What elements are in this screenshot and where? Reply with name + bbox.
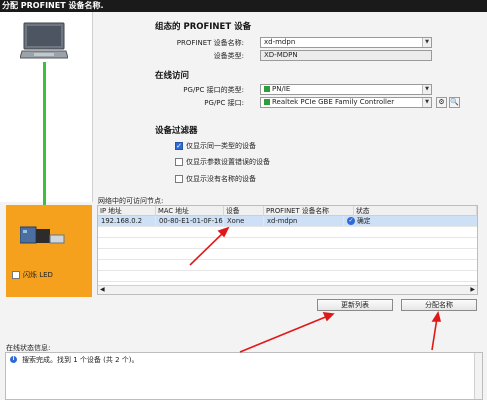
device-type-label: 设备类型: [213, 52, 244, 60]
table-header: IP 地址 MAC 地址 设备 PROFINET 设备名称 状态 [98, 206, 477, 216]
interface-select[interactable]: Realtek PCIe GBE Family Controller ▼ [260, 97, 432, 108]
device-name-label: PROFINET 设备名称: [176, 39, 244, 47]
table-row [98, 238, 477, 249]
cell-profinet-name: xd-mdpn [264, 216, 344, 227]
table-row [98, 271, 477, 282]
col-ip[interactable]: IP 地址 [98, 206, 156, 216]
interface-type-label: PG/PC 接口的类型: [183, 86, 244, 94]
interface-type-select[interactable]: PN/IE ▼ [260, 84, 432, 95]
flash-led-checkbox[interactable] [12, 271, 20, 279]
arrow-to-assign-button [431, 310, 442, 351]
filter-no-name-label: 仅显示没有名称的设备 [186, 175, 256, 183]
device-filter-title: 设备过滤器 [155, 126, 198, 136]
table-row [98, 249, 477, 260]
scroll-right-icon[interactable]: ▶ [470, 286, 475, 293]
chevron-down-icon[interactable]: ▼ [422, 85, 431, 94]
check-circle-icon: ✓ [347, 217, 355, 225]
col-mac[interactable]: MAC 地址 [156, 206, 224, 216]
status-text: 确定 [357, 217, 371, 225]
device-name-value: xd-mdpn [264, 38, 296, 46]
cell-device: Xone [224, 216, 264, 227]
cell-status: ✓ 确定 [344, 216, 477, 227]
filter-same-type-label: 仅显示同一类型的设备 [186, 142, 256, 150]
status-box: i 搜索完成。找到 1 个设备 (共 2 个)。 [5, 352, 483, 400]
filter-bad-params-checkbox[interactable] [175, 158, 183, 166]
interface-label: PG/PC 接口: [204, 99, 244, 107]
chevron-down-icon[interactable]: ▼ [422, 38, 431, 47]
filter-bad-params-label: 仅显示参数设置错误的设备 [186, 158, 270, 166]
col-device[interactable]: 设备 [224, 206, 264, 216]
network-icon [264, 86, 270, 92]
assign-name-button[interactable]: 分配名称 [401, 299, 477, 311]
vertical-scrollbar[interactable] [474, 353, 482, 399]
table-row[interactable]: 192.168.0.2 00-80-E1-01-0F-16 Xone xd-md… [98, 216, 477, 227]
filter-no-name-checkbox[interactable] [175, 175, 183, 183]
cell-mac: 00-80-E1-01-0F-16 [156, 216, 224, 227]
refresh-list-button[interactable]: 更新列表 [317, 299, 393, 311]
chevron-down-icon[interactable]: ▼ [422, 98, 431, 107]
info-icon: i [10, 356, 17, 363]
arrow-to-refresh-button [239, 312, 335, 353]
table-row [98, 227, 477, 238]
status-message: 搜索完成。找到 1 个设备 (共 2 个)。 [22, 356, 139, 364]
device-type-field: XD-MDPN [260, 50, 432, 61]
cell-ip: 192.168.0.2 [98, 216, 156, 227]
diagnostics-icon[interactable]: 🔍 [449, 97, 460, 108]
online-access-title: 在线访问 [155, 71, 190, 81]
device-name-select[interactable]: xd-mdpn ▼ [260, 37, 432, 48]
device-box[interactable] [6, 205, 92, 297]
interface-type-value: PN/IE [272, 85, 291, 93]
left-lower-panel [0, 297, 93, 340]
device-module-icon [20, 226, 65, 244]
scroll-left-icon[interactable]: ◀ [100, 286, 105, 293]
interface-value: Realtek PCIe GBE Family Controller [272, 98, 395, 106]
filter-same-type-checkbox[interactable]: ✓ [175, 142, 183, 150]
flash-led-label: 闪烁 LED [23, 271, 53, 279]
network-adapter-icon [264, 99, 270, 105]
horizontal-scrollbar[interactable]: ◀ ▶ [98, 285, 477, 294]
configured-device-title: 组态的 PROFINET 设备 [155, 22, 252, 32]
table-row [98, 260, 477, 271]
pc-icon [20, 22, 68, 59]
window-title: 分配 PROFINET 设备名称. [0, 0, 487, 12]
accessible-nodes-table: IP 地址 MAC 地址 设备 PROFINET 设备名称 状态 192.168… [97, 205, 478, 295]
col-status[interactable]: 状态 [354, 206, 477, 216]
col-profinet-name[interactable]: PROFINET 设备名称 [264, 206, 354, 216]
properties-icon[interactable]: ⚙ [436, 97, 447, 108]
